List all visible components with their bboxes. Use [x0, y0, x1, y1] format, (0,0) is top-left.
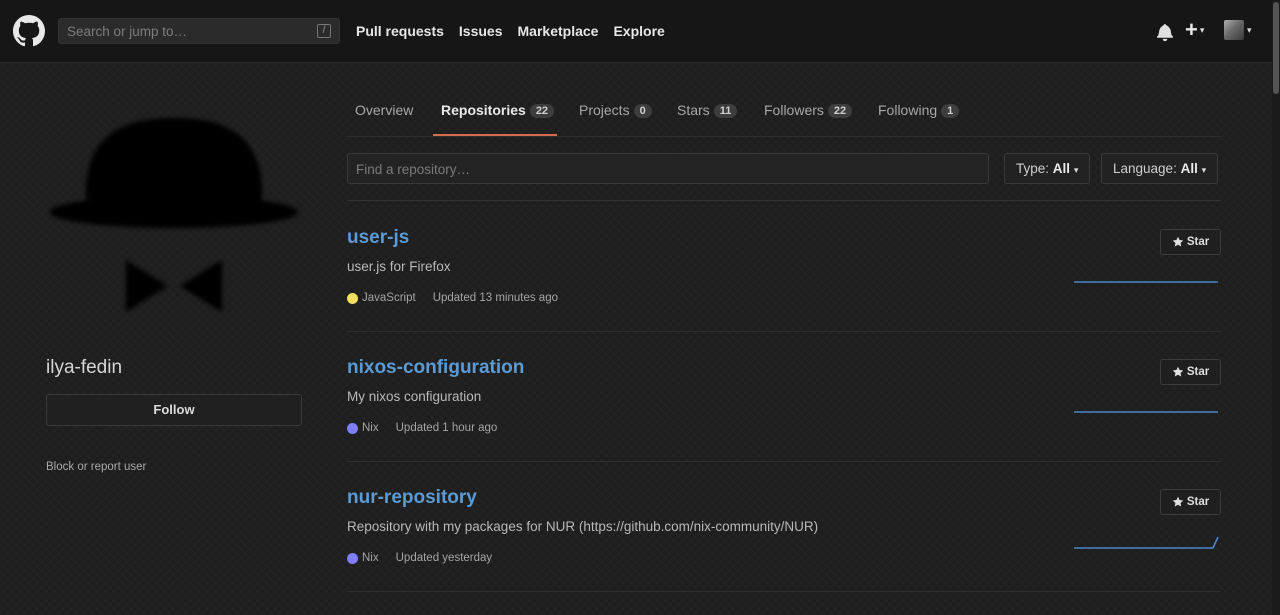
follow-button[interactable]: Follow [46, 394, 302, 426]
chevron-down-icon: ▾ [1073, 165, 1079, 175]
profile-username: ilya-fedin [46, 357, 123, 378]
repo-list-item: nur-repository Repository with my packag… [347, 461, 1221, 592]
nav-pull-requests[interactable]: Pull requests [356, 23, 444, 39]
star-icon [1172, 366, 1184, 377]
slash-key-hint: / [317, 24, 331, 38]
nav-explore[interactable]: Explore [613, 23, 664, 39]
activity-sparkline [1074, 281, 1218, 283]
github-logo-icon[interactable] [13, 15, 45, 47]
tab-count-badge: 22 [827, 104, 853, 118]
search-input[interactable]: Search or jump to… / [58, 18, 340, 44]
type-filter-value: All [1052, 161, 1071, 176]
repo-description: My nixos configuration [347, 389, 482, 404]
find-repository-input[interactable]: Find a repository… [347, 153, 989, 184]
chevron-down-icon: ▾ [1201, 165, 1207, 175]
block-report-link[interactable]: Block or report user [46, 461, 146, 473]
star-button[interactable]: Star [1160, 489, 1221, 515]
language-color-dot [347, 552, 358, 564]
tab-followers[interactable]: Followers 22 [764, 102, 853, 118]
tab-count-badge: 11 [713, 104, 738, 118]
type-filter-dropdown[interactable]: Type: All ▾ [1004, 153, 1091, 184]
repo-meta: Nix Updated yesterday [347, 552, 492, 564]
activity-sparkline [1074, 411, 1218, 413]
tab-stars[interactable]: Stars 11 [677, 102, 738, 118]
repo-updated: Updated yesterday [395, 552, 493, 564]
search-placeholder: Search or jump to… [67, 23, 188, 39]
tab-count-badge: 1 [941, 104, 960, 118]
repo-list-item: nixos-configuration My nixos configurati… [347, 331, 1221, 462]
tab-count-badge: 22 [529, 104, 555, 118]
tab-label: Repositories [441, 102, 526, 118]
star-label: Star [1186, 366, 1210, 378]
tab-label: Overview [355, 102, 414, 118]
avatar [1224, 20, 1244, 40]
chevron-down-icon: ▾ [1199, 24, 1205, 35]
activity-sparkline [1074, 536, 1219, 549]
user-menu-button[interactable]: ▾ [1224, 20, 1252, 40]
active-tab-underline [433, 134, 557, 136]
language-filter-dropdown[interactable]: Language: All ▾ [1101, 153, 1219, 184]
tab-repositories[interactable]: Repositories 22 [441, 102, 555, 118]
star-label: Star [1186, 236, 1210, 248]
star-label: Star [1186, 496, 1210, 508]
tab-count-badge: 0 [633, 104, 652, 118]
tab-label: Stars [677, 102, 710, 118]
type-filter-label: Type: [1016, 161, 1050, 176]
tab-label: Projects [579, 102, 630, 118]
tab-following[interactable]: Following 1 [878, 102, 960, 118]
star-icon [1172, 496, 1184, 507]
chevron-down-icon: ▾ [1247, 24, 1252, 35]
header-nav: Pull requests Issues Marketplace Explore [356, 23, 665, 39]
star-icon [1172, 236, 1184, 247]
repo-name-link[interactable]: nixos-configuration [347, 357, 524, 379]
profile-tabs: Overview Repositories 22 Projects 0 Stars 1… [347, 84, 1221, 137]
profile-avatar [50, 118, 298, 312]
repo-language: Nix [362, 552, 379, 564]
scrollbar-thumb[interactable] [1273, 2, 1279, 94]
repo-language: JavaScript [362, 292, 416, 304]
tab-projects[interactable]: Projects 0 [579, 102, 652, 118]
language-filter-value: All [1180, 161, 1198, 176]
star-button[interactable]: Star [1160, 359, 1221, 385]
nav-marketplace[interactable]: Marketplace [518, 23, 599, 39]
repo-updated: Updated 13 minutes ago [432, 292, 558, 304]
repo-meta: JavaScript Updated 13 minutes ago [347, 292, 558, 304]
language-color-dot [347, 292, 358, 304]
notifications-bell-icon[interactable] [1157, 22, 1173, 42]
repo-meta: Nix Updated 1 hour ago [347, 422, 497, 434]
repo-name-link[interactable]: nur-repository [347, 487, 477, 509]
page-scrollbar[interactable] [1272, 0, 1280, 615]
plus-icon: + [1185, 17, 1198, 42]
create-new-button[interactable]: + ▾ [1185, 18, 1204, 42]
language-filter-label: Language: [1113, 161, 1177, 176]
repo-description: Repository with my packages for NUR (htt… [347, 519, 819, 534]
tab-label: Followers [764, 102, 824, 118]
repo-name-link[interactable]: user-js [347, 227, 409, 249]
nav-issues[interactable]: Issues [459, 23, 503, 39]
repo-list-item: user-js user.js for Firefox JavaScript U… [347, 201, 1221, 332]
tab-overview[interactable]: Overview [355, 102, 413, 118]
star-button[interactable]: Star [1160, 229, 1221, 255]
tab-label: Following [878, 102, 938, 118]
repo-language: Nix [362, 422, 379, 434]
repo-description: user.js for Firefox [347, 259, 451, 274]
top-header: Search or jump to… / Pull requests Issue… [0, 0, 1272, 63]
language-color-dot [347, 422, 358, 434]
repo-updated: Updated 1 hour ago [395, 422, 498, 434]
